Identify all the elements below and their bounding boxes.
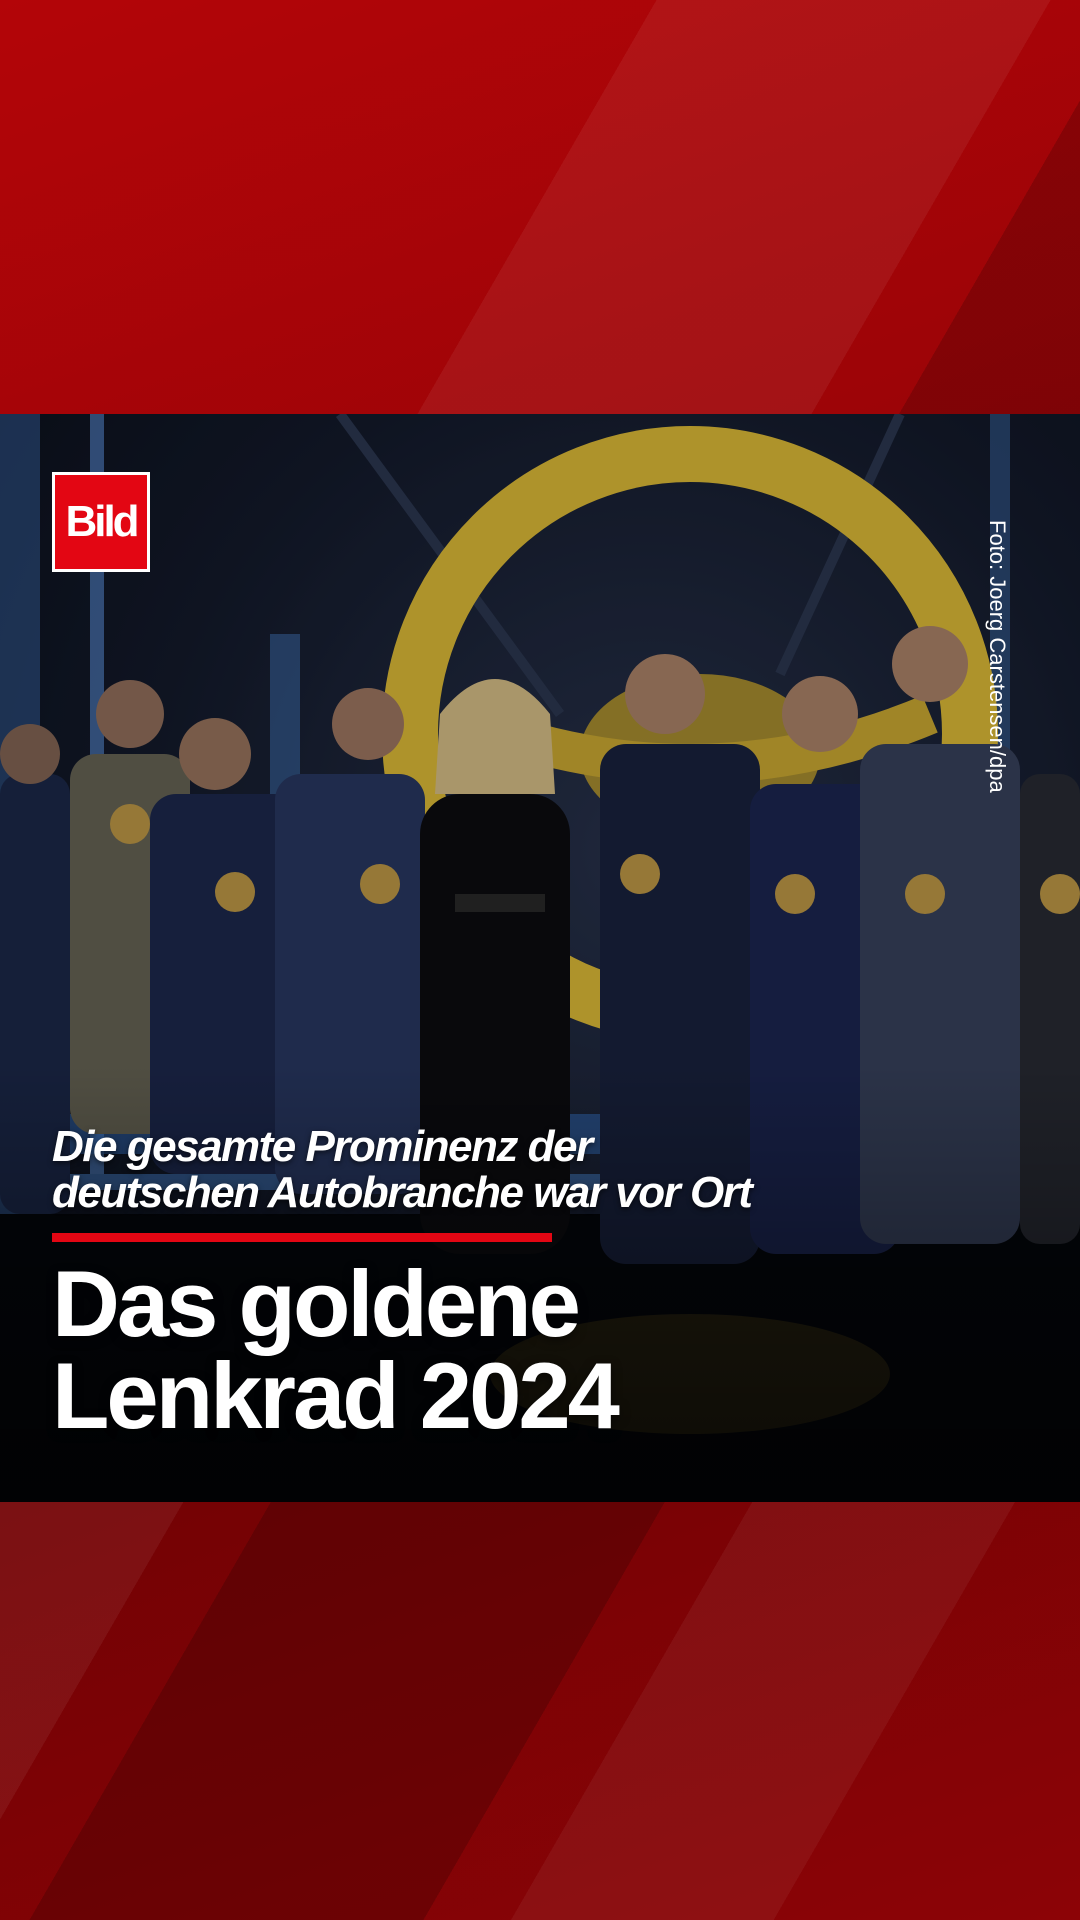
headline-line-2: Lenkrad 2024	[52, 1343, 620, 1448]
subtitle-line-1: Die gesamte Prominenz der	[52, 1122, 593, 1171]
headline: Das goldene Lenkrad 2024	[52, 1251, 952, 1448]
headline-line-1: Das goldene	[52, 1251, 581, 1356]
bild-logo: Bild	[52, 472, 150, 572]
photo-credit: Foto: Joerg Carstensen/dpa	[985, 520, 1010, 793]
subtitle-line-2: deutschen Autobranche war vor Ort	[52, 1168, 753, 1217]
red-divider	[52, 1233, 552, 1242]
subtitle: Die gesamte Prominenz der deutschen Auto…	[52, 1124, 852, 1216]
